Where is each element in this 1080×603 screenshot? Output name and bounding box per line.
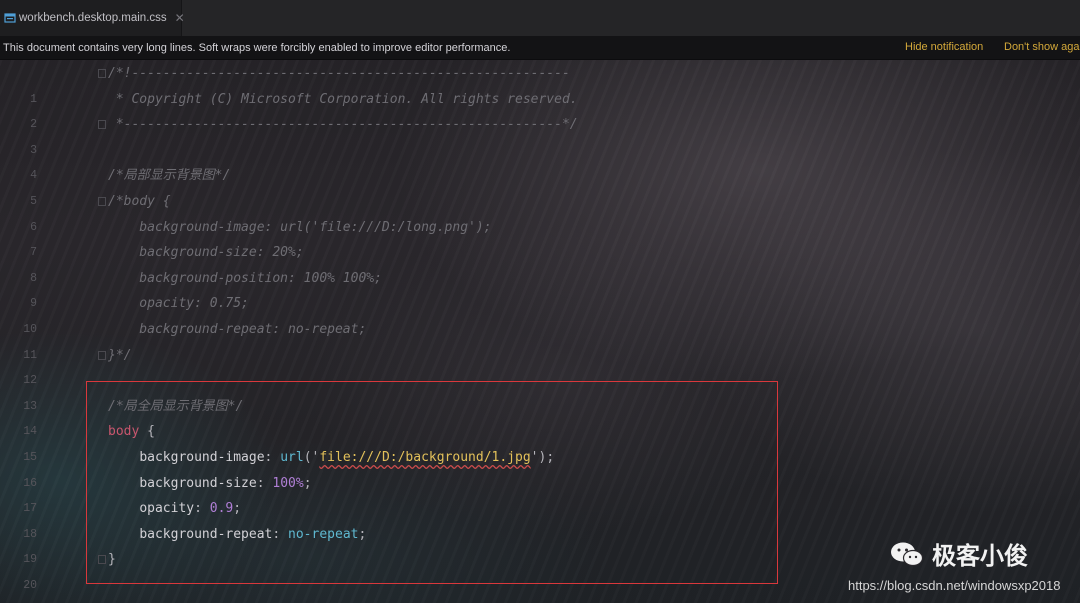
code-line: 2 * Copyright (C) Microsoft Corporation.… — [0, 87, 1080, 132]
line-number: 21 — [0, 599, 37, 603]
code-line: 11 background-repeat: no-repeat; — [0, 317, 1080, 362]
code-line: 5 /*局部显示背景图*/ — [0, 163, 1080, 208]
css-file-icon — [4, 12, 16, 24]
wechat-icon — [890, 541, 924, 567]
dont-show-again-link[interactable]: Don't show aga — [1004, 41, 1079, 53]
line-text: }*/ — [108, 347, 132, 363]
line-text: *---------------------------------------… — [108, 117, 578, 133]
line-text: background-repeat: no-repeat; — [108, 322, 367, 337]
line-text: * Copyright (C) Microsoft Corporation. A… — [108, 91, 578, 107]
tab-bar: workbench.desktop.main.css ✕ — [0, 0, 1080, 36]
code-line: 4 — [0, 138, 1080, 182]
close-icon[interactable]: ✕ — [175, 11, 185, 25]
code-line: 1 /*!-----------------------------------… — [0, 61, 1080, 106]
fold-marker-icon[interactable] — [98, 350, 106, 360]
code-line: 7 background-image: url('file:///D:/long… — [0, 215, 1080, 260]
watermark-url: https://blog.csdn.net/windowsxp2018 — [848, 578, 1061, 593]
tab-label: workbench.desktop.main.css — [19, 12, 167, 24]
hide-notification-link[interactable]: Hide notification — [905, 41, 983, 53]
fold-marker-icon[interactable] — [98, 120, 106, 130]
code-line: 6 /*body { — [0, 189, 1080, 234]
line-text: opacity: 0.75; — [108, 296, 249, 312]
notification-text: This document contains very long lines. … — [3, 41, 511, 54]
line-text: background-position: 100% 100%; — [108, 270, 382, 286]
fold-marker-icon[interactable] — [98, 69, 106, 78]
line-text: /*body { — [108, 194, 171, 209]
line-text: background-size: 20%; — [108, 245, 304, 261]
code-line: 3 *-------------------------------------… — [0, 112, 1080, 157]
code-line: 10 opacity: 0.75; — [0, 291, 1080, 336]
annotation-highlight-box — [86, 381, 778, 584]
tab-workbench-css[interactable]: workbench.desktop.main.css ✕ — [0, 0, 185, 36]
line-text: /*!-------------------------------------… — [108, 66, 570, 81]
watermark-title: 极客小俊 — [932, 542, 1028, 570]
code-line: 12 }*/ — [0, 343, 1080, 388]
fold-marker-icon[interactable] — [98, 197, 106, 206]
line-text: /*局部显示背景图*/ — [108, 168, 231, 184]
code-line: 8 background-size: 20%; — [0, 240, 1080, 285]
line-text: background-image: url('file:///D:/long.p… — [108, 219, 492, 235]
code-line: 9 background-position: 100% 100%; — [0, 266, 1080, 311]
notification-bar: This document contains very long lines. … — [0, 36, 1080, 60]
watermark: 极客小俊 — [890, 536, 1028, 571]
